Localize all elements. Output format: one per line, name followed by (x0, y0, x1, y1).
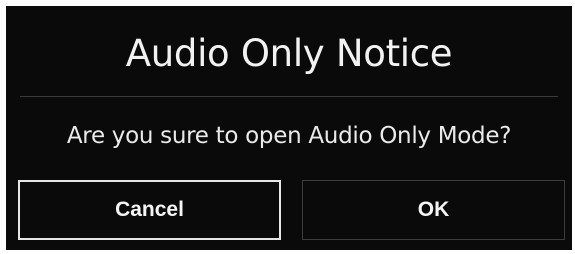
dialog-message: Are you sure to open Audio Only Mode? (66, 123, 512, 149)
cancel-button[interactable]: Cancel (18, 180, 281, 240)
audio-only-dialog: Audio Only Notice Are you sure to open A… (6, 6, 572, 250)
cancel-button-label: Cancel (115, 198, 184, 221)
title-divider (20, 96, 558, 97)
ok-button[interactable]: OK (302, 180, 565, 240)
dialog-title: Audio Only Notice (125, 32, 453, 75)
ok-button-label: OK (417, 198, 450, 221)
